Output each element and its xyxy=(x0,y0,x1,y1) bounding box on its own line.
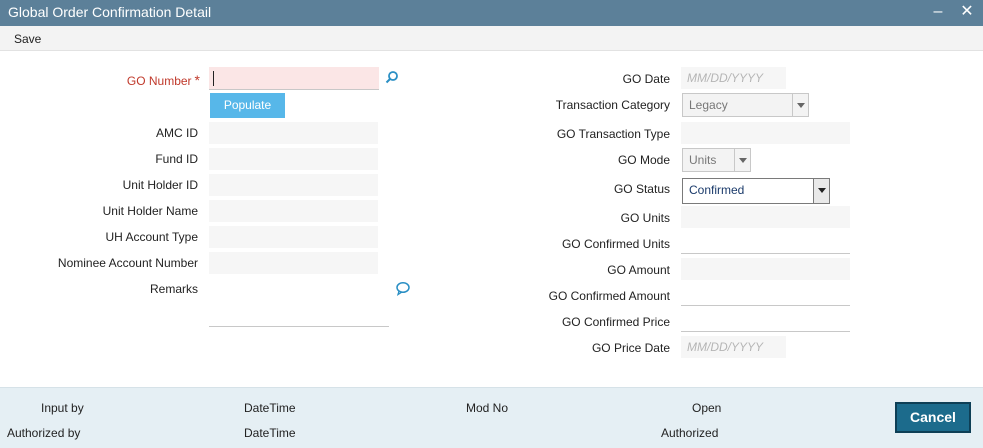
toolbar: Save xyxy=(0,26,983,51)
fund-id-field[interactable] xyxy=(209,148,378,170)
go-confirmed-amount-label: GO Confirmed Amount xyxy=(548,289,670,303)
remarks-textarea[interactable] xyxy=(209,279,389,327)
go-amount-field[interactable] xyxy=(681,258,850,280)
title-bar: Global Order Confirmation Detail – ✕ xyxy=(0,0,983,26)
minimize-button[interactable]: – xyxy=(928,2,948,22)
go-amount-label: GO Amount xyxy=(607,263,670,277)
go-mode-select[interactable]: Units xyxy=(682,148,751,172)
go-transaction-type-field[interactable] xyxy=(681,122,850,144)
go-date-field[interactable]: MM/DD/YYYY xyxy=(681,67,786,89)
unit-holder-id-label: Unit Holder ID xyxy=(122,178,198,192)
authorized-by-label: Authorized by xyxy=(7,426,81,440)
go-confirmed-units-label: GO Confirmed Units xyxy=(561,237,670,251)
amc-id-label: AMC ID xyxy=(156,126,198,140)
nominee-account-number-label: Nominee Account Number xyxy=(57,256,198,270)
fund-id-label: Fund ID xyxy=(155,152,198,166)
record-status-label: Open xyxy=(692,401,722,415)
go-confirmed-units-field[interactable] xyxy=(681,232,850,254)
remarks-label: Remarks xyxy=(149,282,198,296)
input-datetime-label: DateTime xyxy=(244,401,296,415)
speech-bubble-icon[interactable] xyxy=(395,281,411,297)
go-units-label: GO Units xyxy=(620,211,670,225)
go-status-select[interactable]: Confirmed xyxy=(682,178,830,204)
go-mode-label: GO Mode xyxy=(617,153,670,167)
go-date-label: GO Date xyxy=(622,72,670,86)
nominee-account-number-field[interactable] xyxy=(209,252,378,274)
unit-holder-id-field[interactable] xyxy=(209,174,378,196)
search-icon[interactable] xyxy=(385,70,401,86)
unit-holder-name-field[interactable] xyxy=(209,200,378,222)
populate-button[interactable]: Populate xyxy=(210,93,285,118)
chevron-down-icon[interactable] xyxy=(813,179,829,203)
go-transaction-type-label: GO Transaction Type xyxy=(556,127,670,141)
amc-id-field[interactable] xyxy=(209,122,378,144)
transaction-category-label: Transaction Category xyxy=(555,98,670,112)
go-mode-value: Units xyxy=(689,153,717,167)
save-button[interactable]: Save xyxy=(14,32,41,46)
transaction-category-value: Legacy xyxy=(689,98,728,112)
go-confirmed-price-field[interactable] xyxy=(681,310,850,332)
go-number-input[interactable] xyxy=(209,67,379,90)
transaction-category-select[interactable]: Legacy xyxy=(682,93,809,117)
audit-footer: Input by Authorized by DateTime DateTime… xyxy=(0,387,983,448)
cancel-button[interactable]: Cancel xyxy=(895,402,971,433)
window-title: Global Order Confirmation Detail xyxy=(8,4,212,20)
mod-no-label: Mod No xyxy=(466,401,509,415)
authorized-datetime-label: DateTime xyxy=(244,426,296,440)
go-price-date-label: GO Price Date xyxy=(591,341,670,355)
input-by-label: Input by xyxy=(41,401,84,415)
go-status-value: Confirmed xyxy=(689,183,745,197)
chevron-down-icon[interactable] xyxy=(792,94,808,116)
go-status-label: GO Status xyxy=(613,182,670,196)
go-confirmed-amount-field[interactable] xyxy=(681,284,850,306)
go-confirmed-price-label: GO Confirmed Price xyxy=(561,315,670,329)
uh-account-type-label: UH Account Type xyxy=(105,230,199,244)
chevron-down-icon[interactable] xyxy=(734,149,750,171)
close-button[interactable]: ✕ xyxy=(957,2,977,22)
unit-holder-name-label: Unit Holder Name xyxy=(102,204,198,218)
go-number-label: GO Number * xyxy=(126,72,200,88)
authorization-status-label: Authorized xyxy=(661,426,719,440)
go-price-date-field[interactable]: MM/DD/YYYY xyxy=(681,336,786,358)
uh-account-type-field[interactable] xyxy=(209,226,378,248)
go-units-field[interactable] xyxy=(681,206,850,228)
